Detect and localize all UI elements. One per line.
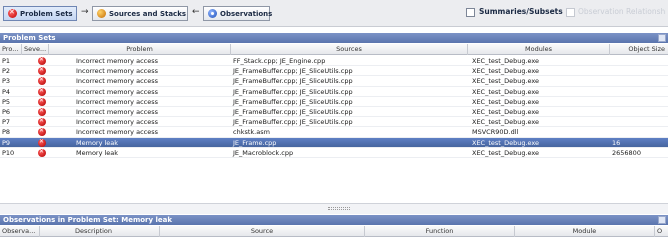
observations-label: Observations	[220, 9, 273, 18]
error-icon	[38, 148, 46, 157]
error-icon	[38, 97, 46, 106]
toolbar: Problem Sets → Sources and Stacks ← Obse…	[0, 0, 668, 27]
error-icon	[38, 117, 46, 127]
pin-icon[interactable]	[658, 34, 666, 42]
column-header-description[interactable]: Description	[40, 226, 160, 237]
error-icon	[38, 138, 46, 147]
sources-and-stacks-button[interactable]: Sources and Stacks	[92, 6, 188, 21]
pin-icon[interactable]	[658, 216, 666, 224]
observations-title-text: Observations in Problem Set: Memory leak	[3, 216, 173, 224]
column-header-sources[interactable]: Sources	[231, 44, 468, 55]
error-icon	[38, 87, 46, 96]
observations-header: Observa... Description Source Function M…	[0, 226, 668, 237]
column-header-pro[interactable]: Pro...	[0, 44, 22, 55]
observations-button[interactable]: Observations	[203, 6, 273, 21]
error-icon	[38, 76, 46, 86]
table-row[interactable]: P10 Memory leak JE_Macroblock.cpp XEC_te…	[0, 148, 668, 158]
problem-sets-panel-title: Problem Sets	[0, 33, 668, 43]
observation-relationships-label: Observation Relationships	[578, 7, 666, 16]
table-row-selected[interactable]: P9 Memory leak JE_Frame.cpp XEC_test_Deb…	[0, 137, 668, 148]
splitter-grip-icon[interactable]	[328, 207, 350, 210]
observations-rows	[0, 238, 668, 246]
problem-sets-title-text: Problem Sets	[3, 34, 56, 42]
panel-splitter[interactable]	[0, 203, 668, 214]
table-row[interactable]: P6 Incorrect memory access JE_FrameBuffe…	[0, 107, 668, 118]
table-row[interactable]: P5 Incorrect memory access JE_FrameBuffe…	[0, 97, 668, 107]
column-header-function[interactable]: Function	[365, 226, 515, 237]
arrow-left-icon: ←	[192, 7, 200, 17]
error-icon	[38, 107, 46, 116]
table-row[interactable]: P3 Incorrect memory access JE_FrameBuffe…	[0, 76, 668, 87]
column-header-problem[interactable]: Problem	[49, 44, 231, 55]
error-icon	[38, 66, 46, 76]
problem-sets-button[interactable]: Problem Sets	[3, 6, 77, 21]
column-header-module[interactable]: Module	[515, 226, 655, 237]
table-row[interactable]: P1 Incorrect memory access FF_Stack.cpp;…	[0, 56, 668, 67]
error-icon	[38, 56, 46, 65]
problem-sets-label: Problem Sets	[20, 9, 73, 18]
error-icon	[8, 8, 17, 18]
column-header-observation[interactable]: Observa...	[0, 226, 40, 237]
observation-relationships-checkbox[interactable]	[566, 8, 575, 17]
summaries-label: Summaries/Subsets	[479, 7, 563, 16]
table-row[interactable]: P8 Incorrect memory access chkstk.asm MS…	[0, 127, 668, 138]
summaries-checkbox[interactable]	[466, 8, 475, 17]
observation-icon	[208, 9, 217, 18]
error-icon	[38, 127, 46, 137]
problem-sets-rows: P1 Incorrect memory access FF_Stack.cpp;…	[0, 56, 668, 158]
source-icon	[97, 9, 106, 18]
column-header-modules[interactable]: Modules	[468, 44, 610, 55]
table-row[interactable]: P4 Incorrect memory access JE_FrameBuffe…	[0, 87, 668, 97]
column-header-object-size[interactable]: Object Size	[610, 44, 668, 55]
sources-and-stacks-label: Sources and Stacks	[109, 9, 187, 18]
table-row[interactable]: P2 Incorrect memory access JE_FrameBuffe…	[0, 66, 668, 77]
observations-panel-title: Observations in Problem Set: Memory leak	[0, 215, 668, 225]
arrow-right-icon: →	[81, 7, 89, 17]
problem-sets-header: Pro... Seve... Problem Sources Modules O…	[0, 44, 668, 55]
column-header-source[interactable]: Source	[160, 226, 365, 237]
column-header-severity[interactable]: Seve...	[22, 44, 49, 55]
table-row[interactable]: P7 Incorrect memory access JE_FrameBuffe…	[0, 117, 668, 128]
column-header-extra[interactable]: O	[655, 226, 668, 237]
